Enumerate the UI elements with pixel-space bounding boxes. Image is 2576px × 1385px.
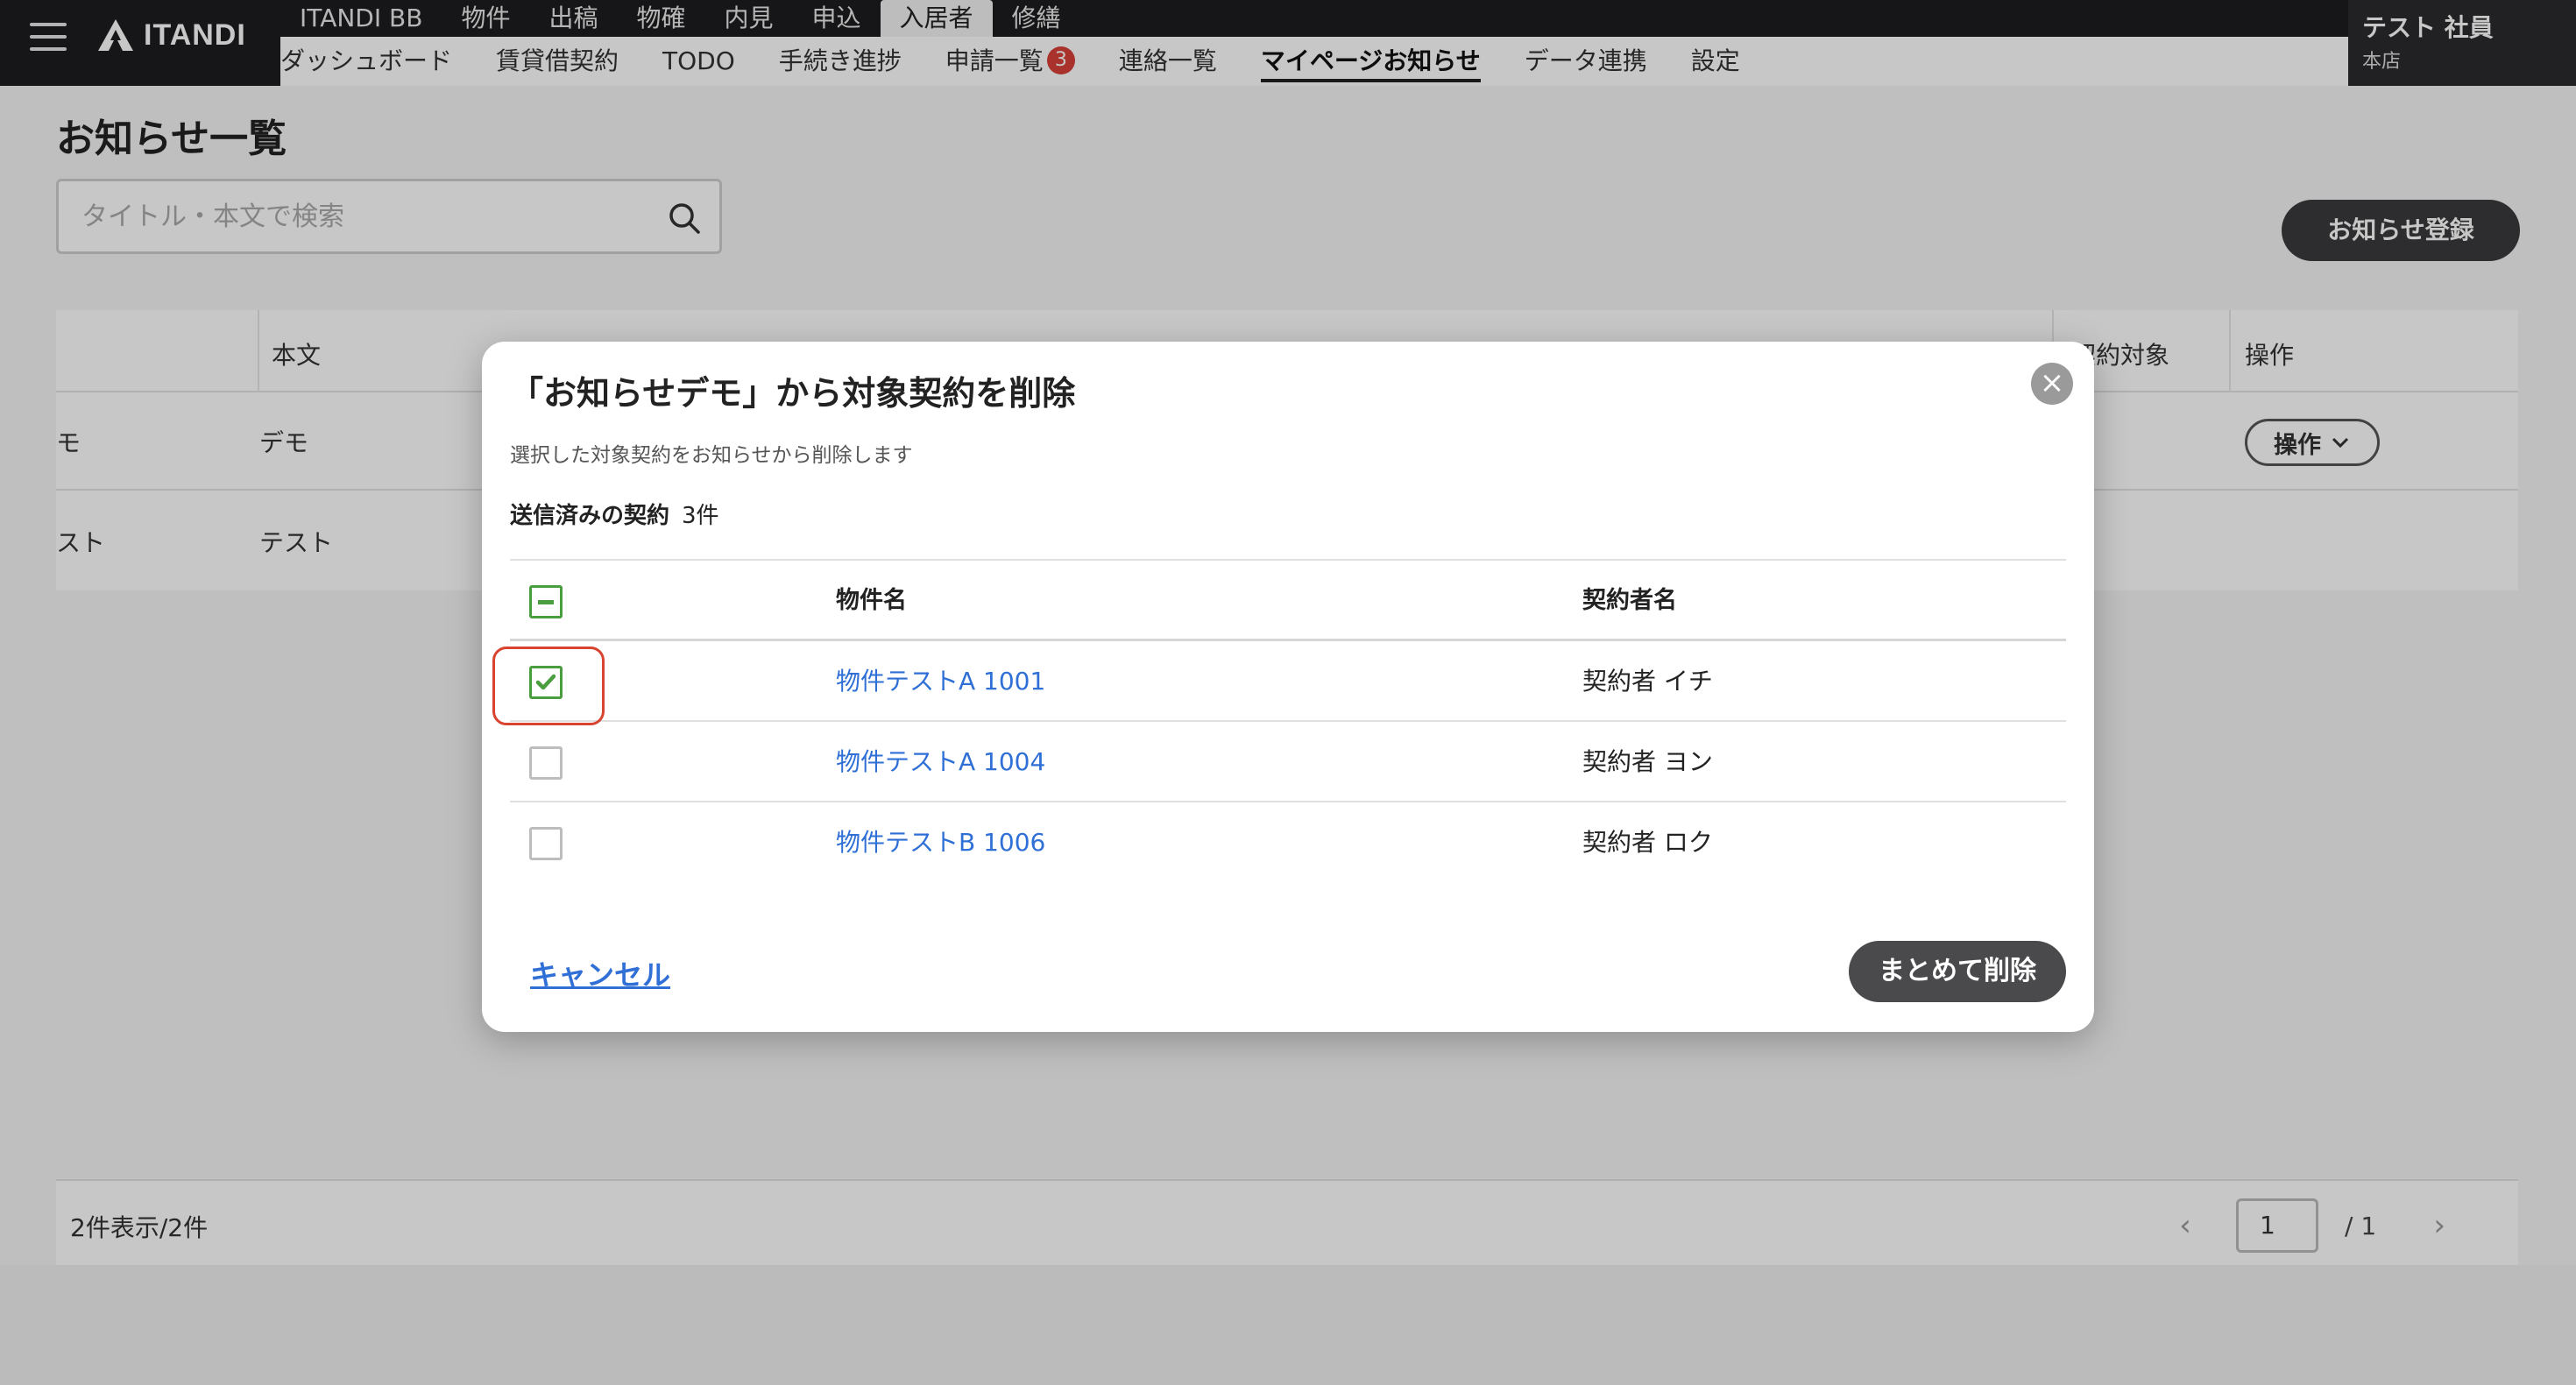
- modal-title: 「お知らせデモ」から対象契約を削除: [510, 374, 1076, 413]
- contracts-table-header: 物件名 契約者名: [510, 559, 2066, 641]
- table-row: 物件テストA 1001 契約者 イチ: [492, 641, 2066, 725]
- property-link[interactable]: 物件テストA 1001: [836, 641, 1045, 722]
- modal-description: 選択した対象契約をお知らせから削除します: [510, 444, 913, 467]
- select-all-checkbox[interactable]: [529, 585, 563, 618]
- contractor-name: 契約者 ロク: [1582, 828, 1713, 857]
- sent-contracts-label: 送信済みの契約: [510, 503, 670, 529]
- contractor-name: 契約者 イチ: [1582, 667, 1713, 696]
- property-link[interactable]: 物件テストA 1004: [836, 722, 1045, 802]
- contractor-name: 契約者 ヨン: [1582, 747, 1713, 776]
- contracts-table: 物件名 契約者名 物件テストA 1001 契約者 イチ 物件テストA 1004 …: [492, 559, 2066, 883]
- table-row: 物件テストA 1004 契約者 ヨン: [510, 722, 2066, 802]
- remove-contracts-modal: 「お知らせデモ」から対象契約を削除 × 選択した対象契約をお知らせから削除します…: [482, 342, 2094, 1032]
- row-checkbox[interactable]: [529, 746, 563, 780]
- cancel-link[interactable]: キャンセル: [530, 953, 670, 993]
- row-checkbox[interactable]: [529, 827, 563, 860]
- bulk-delete-button[interactable]: まとめて削除: [1849, 941, 2066, 1002]
- row-checkbox[interactable]: [529, 666, 563, 699]
- header-property-name: 物件名: [836, 587, 907, 614]
- check-icon: [535, 674, 556, 690]
- table-row: 物件テストB 1006 契約者 ロク: [510, 802, 2066, 883]
- sent-contracts-summary: 送信済みの契約 3件: [510, 498, 719, 530]
- property-link[interactable]: 物件テストB 1006: [836, 802, 1045, 883]
- header-contractor-name: 契約者名: [1582, 587, 1677, 614]
- close-icon[interactable]: ×: [2031, 363, 2073, 405]
- sent-contracts-count: 3件: [682, 503, 719, 529]
